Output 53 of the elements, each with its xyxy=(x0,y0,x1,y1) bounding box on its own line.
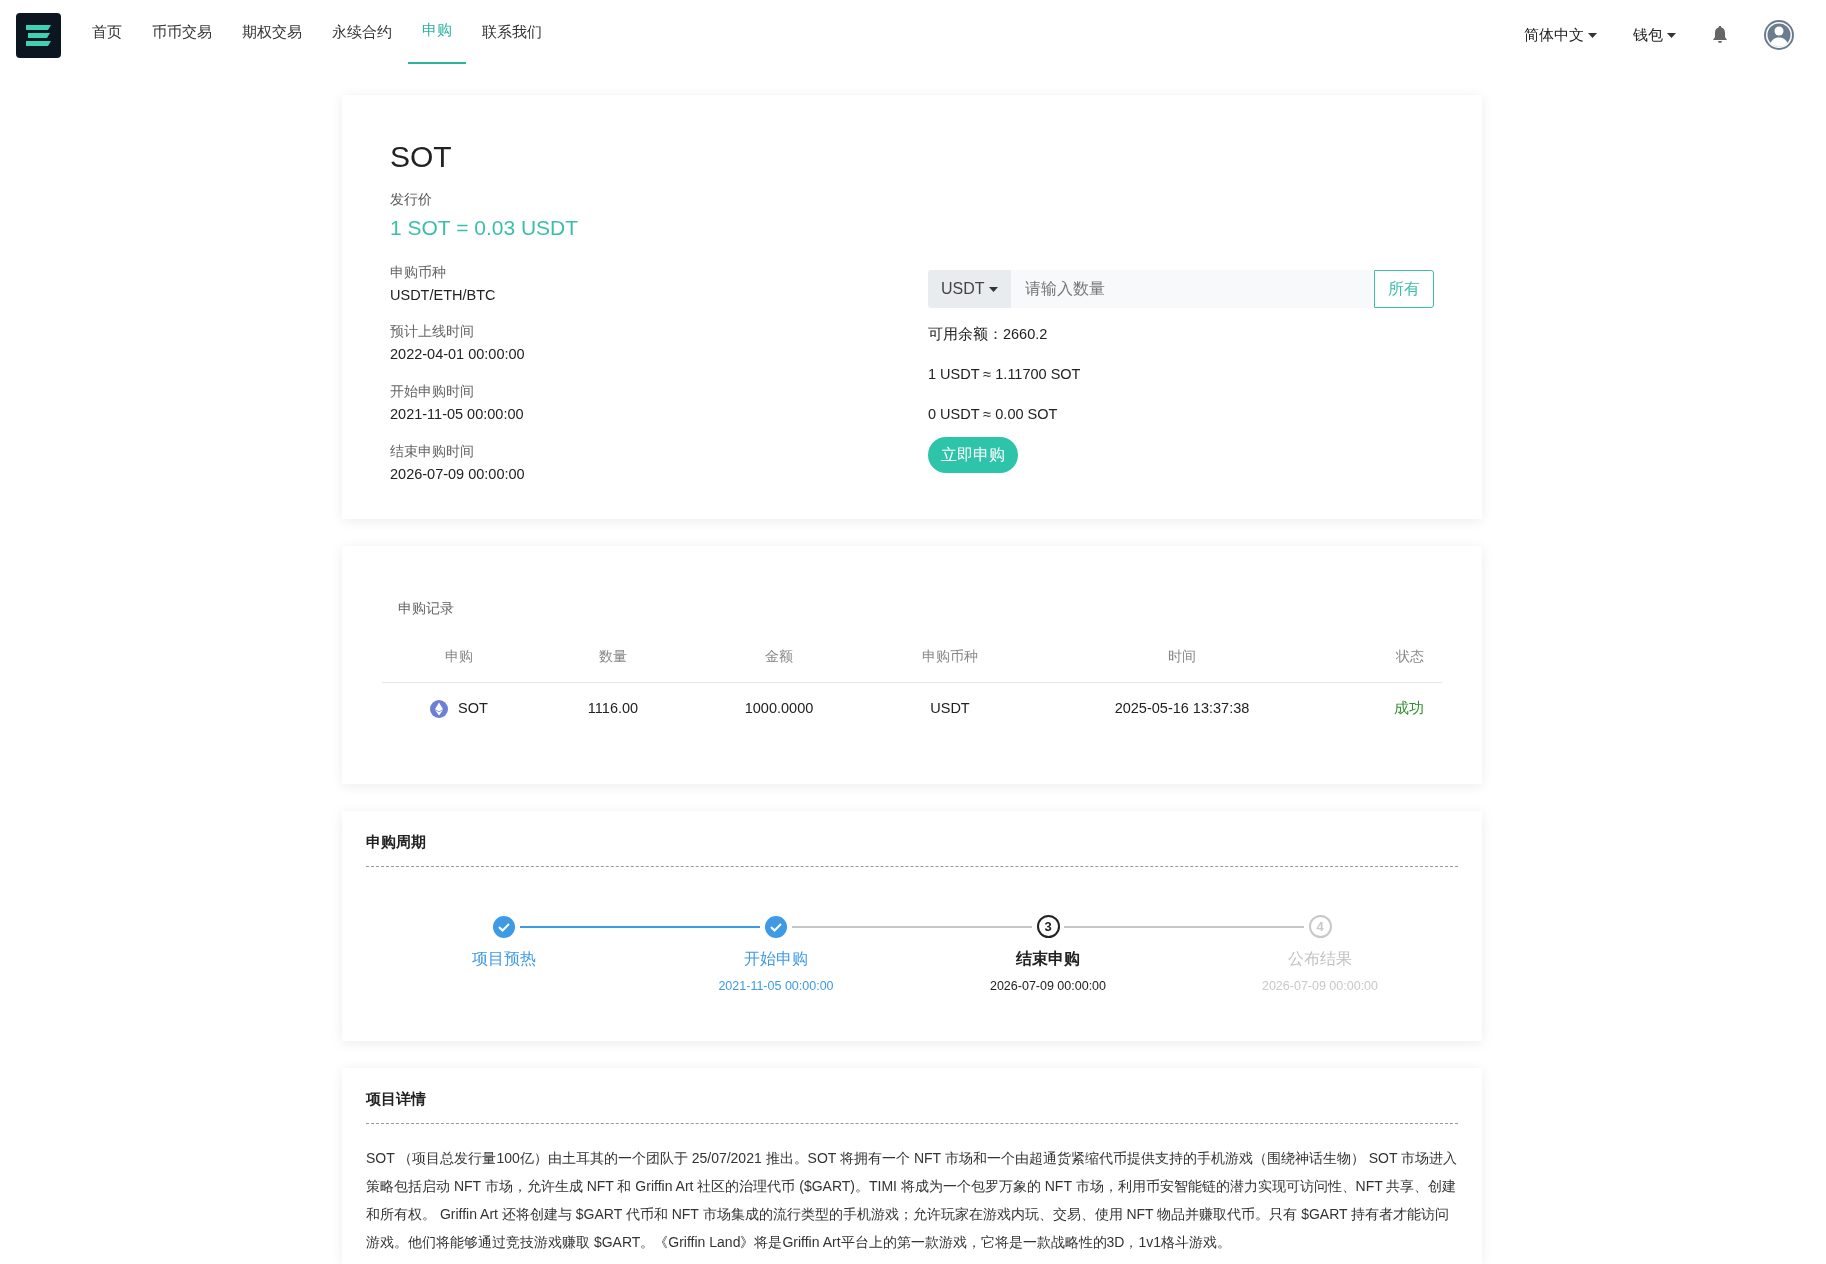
currency-dropdown[interactable]: USDT xyxy=(927,270,1011,308)
caret-icon xyxy=(988,286,998,292)
estimate-text: 0 USDT ≈ 0.00 SOT xyxy=(927,404,1058,424)
table-cell-text: 成功 xyxy=(1394,699,1424,719)
field-value: 2021-11-05 00:00:00 xyxy=(390,405,524,424)
table-cell-text: 1000.0000 xyxy=(744,699,814,719)
wallet-menu[interactable]: 钱包 xyxy=(1633,23,1676,47)
avatar-icon[interactable] xyxy=(1764,20,1794,50)
caret-icon xyxy=(1667,32,1676,38)
step-number: 3 xyxy=(1036,915,1060,938)
caret-icon xyxy=(1588,32,1597,38)
nav-tab[interactable]: 期权交易 xyxy=(228,0,316,64)
column-header: 数量 xyxy=(599,647,627,666)
bell-icon[interactable] xyxy=(1712,26,1728,44)
nav-tab[interactable]: 联系我们 xyxy=(468,0,556,64)
field-label: 发行价 xyxy=(390,190,432,209)
column-header: 申购币种 xyxy=(922,647,978,666)
amount-field[interactable]: 请输入数量 xyxy=(1010,270,1374,308)
column-header: 申购 xyxy=(445,647,473,666)
step-label: 开始申购 xyxy=(744,948,808,969)
section-title: 申购周期 xyxy=(366,832,426,852)
column-header: 金额 xyxy=(765,647,793,666)
token-title: SOT xyxy=(390,139,452,175)
project-description: SOT （项目总发行量100亿）由土耳其的一个团队于 25/07/2021 推出。SOT 将拥有一个 NFT 市场和一个由超通货紧缩代币提供支持的手机游戏（围绕神话生物） SOT 市场进入策略包括启动 NFT 市场，允许生成 NFT 和 Griffin Art 社区的治理代币 ($GART)。TIMI 将成为一个包罗万象的 NFT 市场，利用币安智能链的潜力实现可访问性、NFT 共享、创建和所有权。 Griffin Art 还将创建与 $GART 代币和 NFT 市场集成的流行类型的手机游戏；允许玩家在游戏内玩、交易、使用 NFT 物品并赚取代币。只有 $GART 持有者才能访问游戏。他们将能够通过竞技游戏赚取 $GART。《Griffin Land》将是Griffin Art平台上的第一款游戏，它将是一款战略性的3D，1v1格斗游戏。 xyxy=(366,1148,1458,1252)
step-date: 2026-07-09 00:00:00 xyxy=(989,977,1107,995)
field-label: 申购币种 xyxy=(390,262,446,282)
rate-text: 1 USDT ≈ 1.11700 SOT xyxy=(927,364,1081,384)
field-label: 结束申购时间 xyxy=(390,441,474,461)
balance-text: 可用余额：2660.2 xyxy=(927,325,1048,344)
column-header: 时间 xyxy=(1168,647,1196,666)
column-header: 状态 xyxy=(1396,647,1424,666)
logo-icon[interactable] xyxy=(16,12,61,58)
table-cell-text: USDT xyxy=(930,699,970,719)
table-cell-text: 2025-05-16 13:37:38 xyxy=(1114,699,1250,719)
table-cell-text: SOT xyxy=(458,699,488,719)
step-date: 2021-11-05 00:00:00 xyxy=(718,977,834,995)
price-value: 1 SOT = 0.03 USDT xyxy=(390,215,579,241)
step-label: 公布结果 xyxy=(1288,948,1352,969)
field-value: 2026-07-09 00:00:00 xyxy=(390,464,525,484)
language-menu[interactable]: 简体中文 xyxy=(1524,23,1597,47)
table-cell-text: 1116.00 xyxy=(587,699,639,719)
nav-tab[interactable]: 首页 xyxy=(78,0,136,64)
field-label: 开始申购时间 xyxy=(390,382,474,401)
coin-icon xyxy=(430,700,449,718)
nav-tab[interactable]: 币币交易 xyxy=(138,0,226,64)
nav-tab[interactable]: 永续合约 xyxy=(318,0,406,64)
field-value: 2022-04-01 00:00:00 xyxy=(390,345,525,365)
step-label: 项目预热 xyxy=(472,948,536,969)
section-title: 申购记录 xyxy=(398,599,454,618)
step-label: 结束申购 xyxy=(1016,948,1080,969)
section-title: 项目详情 xyxy=(366,1089,426,1109)
field-value: USDT/ETH/BTC xyxy=(390,285,496,305)
field-label: 预计上线时间 xyxy=(390,322,474,342)
